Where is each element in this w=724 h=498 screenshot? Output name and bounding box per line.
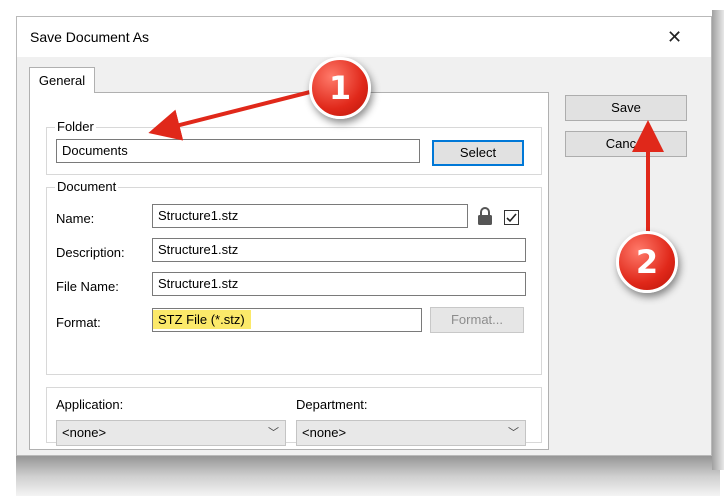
annotation-badge-2: 2 xyxy=(616,231,678,293)
arrow-1 xyxy=(148,88,319,141)
annotation-badge-1: 1 xyxy=(309,57,371,119)
